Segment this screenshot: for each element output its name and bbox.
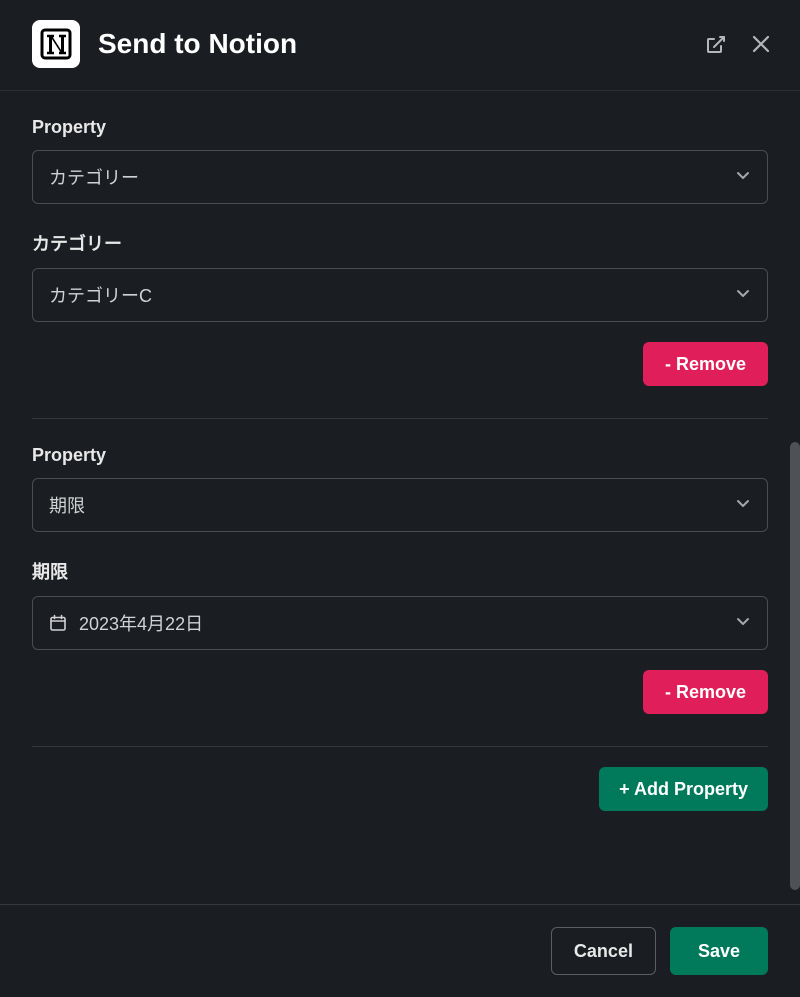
select-value: カテゴリーC bbox=[49, 282, 735, 308]
property-select-deadline[interactable]: 期限 bbox=[32, 478, 768, 532]
modal-body: Property カテゴリー カテゴリー カテゴリーC - Remove Pro… bbox=[0, 91, 800, 904]
modal-header: Send to Notion bbox=[0, 0, 800, 91]
property-select-category[interactable]: カテゴリー bbox=[32, 150, 768, 204]
field-label-deadline: 期限 bbox=[32, 558, 768, 584]
add-property-button[interactable]: + Add Property bbox=[599, 767, 768, 811]
remove-row: - Remove bbox=[32, 670, 768, 714]
save-button[interactable]: Save bbox=[670, 927, 768, 975]
modal-footer: Cancel Save bbox=[0, 904, 800, 997]
divider bbox=[32, 746, 768, 747]
field-select-deadline-value[interactable]: 2023年4月22日 bbox=[32, 596, 768, 650]
open-external-icon[interactable] bbox=[704, 33, 726, 55]
close-icon[interactable] bbox=[750, 33, 772, 55]
property-label: Property bbox=[32, 445, 768, 466]
remove-row: - Remove bbox=[32, 342, 768, 386]
modal-title: Send to Notion bbox=[98, 28, 704, 60]
scrollbar-thumb[interactable] bbox=[790, 442, 800, 890]
remove-button[interactable]: - Remove bbox=[643, 342, 768, 386]
select-value: 期限 bbox=[49, 492, 735, 518]
calendar-icon bbox=[49, 614, 67, 632]
field-label-category: カテゴリー bbox=[32, 230, 768, 256]
property-label: Property bbox=[32, 117, 768, 138]
header-actions bbox=[704, 33, 772, 55]
notion-logo-icon bbox=[32, 20, 80, 68]
chevron-down-icon bbox=[735, 495, 751, 516]
select-value: カテゴリー bbox=[49, 164, 735, 190]
field-select-category-value[interactable]: カテゴリーC bbox=[32, 268, 768, 322]
send-to-notion-modal: Send to Notion Property カテゴリー bbox=[0, 0, 800, 997]
add-property-row: + Add Property bbox=[32, 767, 768, 811]
divider bbox=[32, 418, 768, 419]
remove-button[interactable]: - Remove bbox=[643, 670, 768, 714]
chevron-down-icon bbox=[735, 613, 751, 634]
chevron-down-icon bbox=[735, 167, 751, 188]
select-value: 2023年4月22日 bbox=[79, 610, 735, 636]
chevron-down-icon bbox=[735, 285, 751, 306]
cancel-button[interactable]: Cancel bbox=[551, 927, 656, 975]
